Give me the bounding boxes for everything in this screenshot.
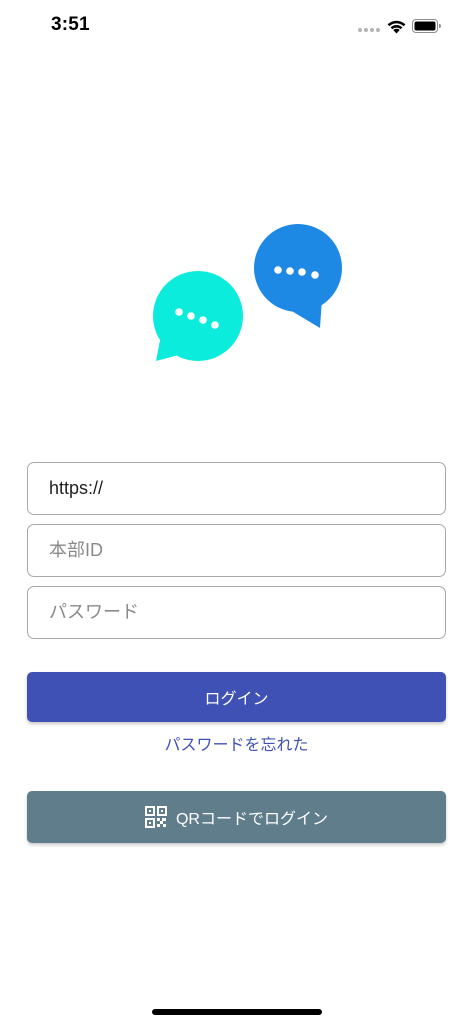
- cellular-signal-icon: [358, 28, 380, 34]
- qr-code-icon: [144, 806, 167, 828]
- server-url-input[interactable]: [49, 478, 445, 499]
- app-logo: [153, 224, 342, 361]
- chat-bubble-left-icon: [153, 271, 243, 361]
- login-button[interactable]: ログイン: [27, 672, 446, 722]
- server-url-field[interactable]: [27, 462, 446, 515]
- qr-login-button-label: QRコードでログイン: [175, 811, 328, 828]
- battery-icon: [412, 19, 441, 33]
- password-field[interactable]: [27, 586, 446, 639]
- status-time: 3:51: [51, 14, 90, 35]
- qr-login-button[interactable]: QRコードでログイン: [27, 791, 446, 843]
- chat-bubble-right-icon: [254, 224, 342, 328]
- forgot-password-link[interactable]: パスワードを忘れた: [0, 731, 473, 755]
- status-bar: 3:51: [0, 0, 473, 54]
- login-button-label: ログイン: [204, 691, 269, 708]
- wifi-icon: [387, 20, 406, 34]
- hq-id-input[interactable]: [49, 540, 445, 561]
- login-screen: 3:51 https:// 本部ID ログイン パスワードを忘れた QRコードで…: [0, 0, 473, 1024]
- hq-id-field[interactable]: [27, 524, 446, 577]
- password-input[interactable]: [49, 602, 445, 623]
- home-indicator: [152, 1009, 322, 1015]
